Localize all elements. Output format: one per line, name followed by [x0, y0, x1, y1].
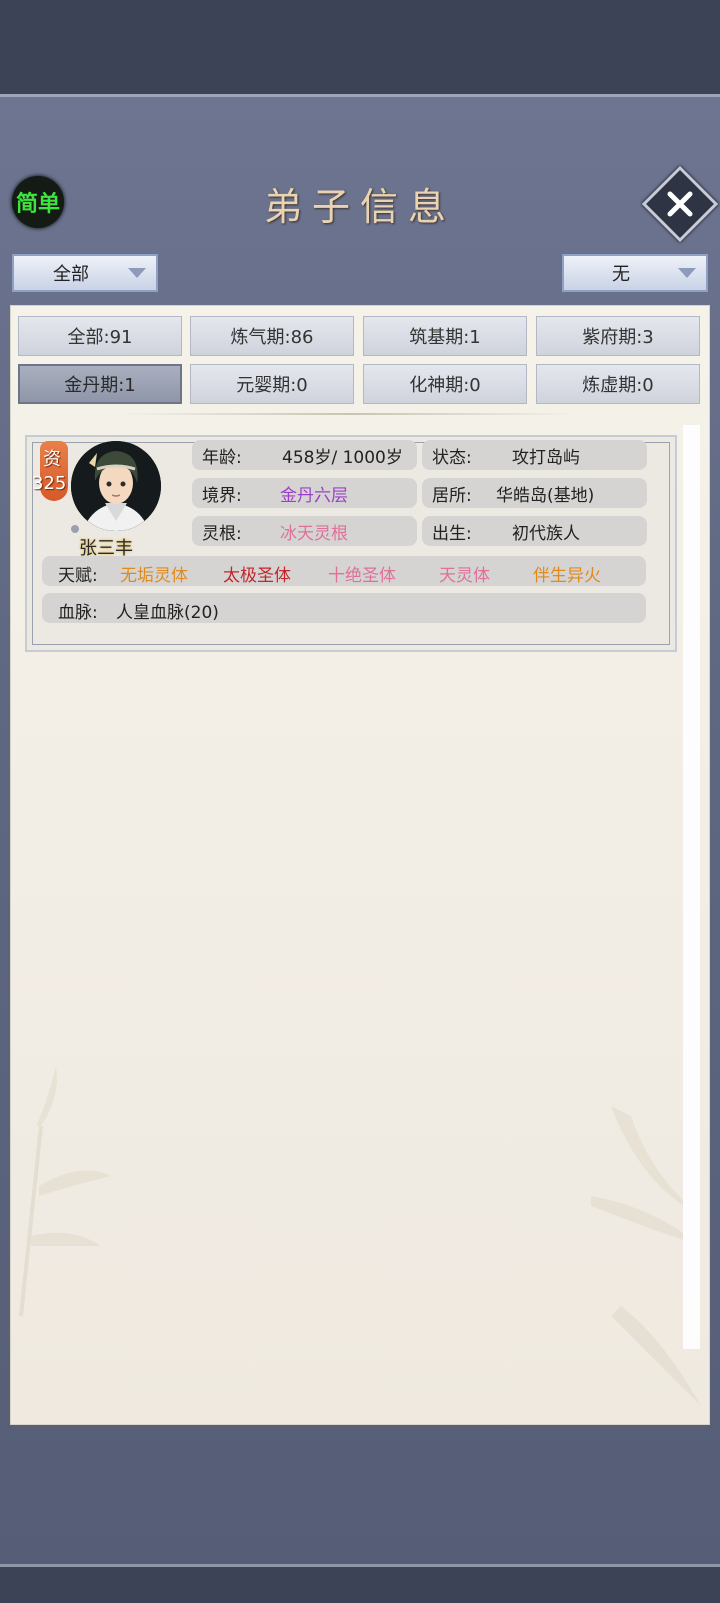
residence-field: 居所: 华皓岛(基地): [422, 478, 647, 508]
status-field: 状态: 攻打岛屿: [422, 440, 647, 470]
birth-field: 出生: 初代族人: [422, 516, 647, 546]
tab-all[interactable]: 全部:91: [18, 316, 182, 356]
tab-nascent-soul[interactable]: 元婴期:0: [190, 364, 354, 404]
tab-purple-mansion[interactable]: 紫府期:3: [536, 316, 700, 356]
bloodline-key: 血脉:: [58, 603, 98, 623]
realm-field: 境界: 金丹六层: [192, 478, 417, 508]
sort-dropdown[interactable]: 无: [562, 254, 708, 292]
spirit-root-field: 灵根: 冰天灵根: [192, 516, 417, 546]
age-field: 年龄: 458岁/ 1000岁: [192, 440, 417, 470]
gifts-key: 天赋:: [58, 566, 98, 586]
list-scrollbar[interactable]: [683, 425, 700, 1349]
tab-foundation[interactable]: 筑基期:1: [363, 316, 527, 356]
birth-value: 初代族人: [512, 523, 580, 544]
realm-key: 境界:: [202, 485, 242, 506]
birth-key: 出生:: [432, 523, 472, 544]
bloodline-value: 人皇血脉(20): [116, 603, 219, 623]
gifts-row: 天赋: 无垢灵体 太极圣体 十绝圣体 天灵体 伴生异火: [42, 556, 646, 586]
spirit-root-key: 灵根:: [202, 523, 242, 544]
divider: [120, 413, 580, 415]
avatar-status-dot: [71, 525, 79, 533]
spirit-root-value: 冰天灵根: [280, 523, 348, 544]
triangle-down-icon: [128, 268, 146, 278]
age-key: 年龄:: [202, 447, 242, 468]
category-dropdown-value: 全部: [53, 264, 89, 285]
tab-spirit-transform[interactable]: 化神期:0: [363, 364, 527, 404]
sort-dropdown-value: 无: [612, 264, 630, 285]
residence-key: 居所:: [432, 485, 472, 506]
status-value: 攻打岛屿: [512, 447, 580, 468]
bottom-bar: [0, 1564, 720, 1603]
gift-item: 太极圣体: [223, 566, 291, 586]
category-dropdown[interactable]: 全部: [12, 254, 158, 292]
page-title: 弟子信息: [263, 185, 456, 229]
gift-item: 无垢灵体: [120, 566, 188, 586]
gift-item: 十绝圣体: [328, 566, 396, 586]
age-value: 458岁/ 1000岁: [282, 447, 403, 468]
talent-label: 资: [43, 449, 61, 470]
avatar-portrait-icon: [71, 441, 161, 531]
bamboo-decoration-icon: [19, 1066, 111, 1317]
tab-void-refining[interactable]: 炼虚期:0: [536, 364, 700, 404]
tab-golden-core[interactable]: 金丹期:1: [18, 364, 182, 404]
top-bar: [0, 0, 720, 94]
status-key: 状态:: [432, 447, 472, 468]
disciple-card[interactable]: 资 325 张三丰 年龄: 458岁/ 1000岁 状态: 攻打岛屿 境界: 金…: [25, 435, 677, 652]
gift-item: 伴生异火: [533, 566, 601, 586]
triangle-down-icon: [678, 268, 696, 278]
bloodline-row: 血脉: 人皇血脉(20): [42, 593, 646, 623]
close-x-icon: [667, 191, 693, 217]
gift-item: 天灵体: [439, 566, 490, 586]
talent-value: 325: [32, 473, 67, 494]
avatar[interactable]: [71, 441, 161, 531]
realm-value: 金丹六层: [280, 485, 348, 506]
tab-qi-refining[interactable]: 炼气期:86: [190, 316, 354, 356]
residence-value: 华皓岛(基地): [496, 485, 595, 506]
